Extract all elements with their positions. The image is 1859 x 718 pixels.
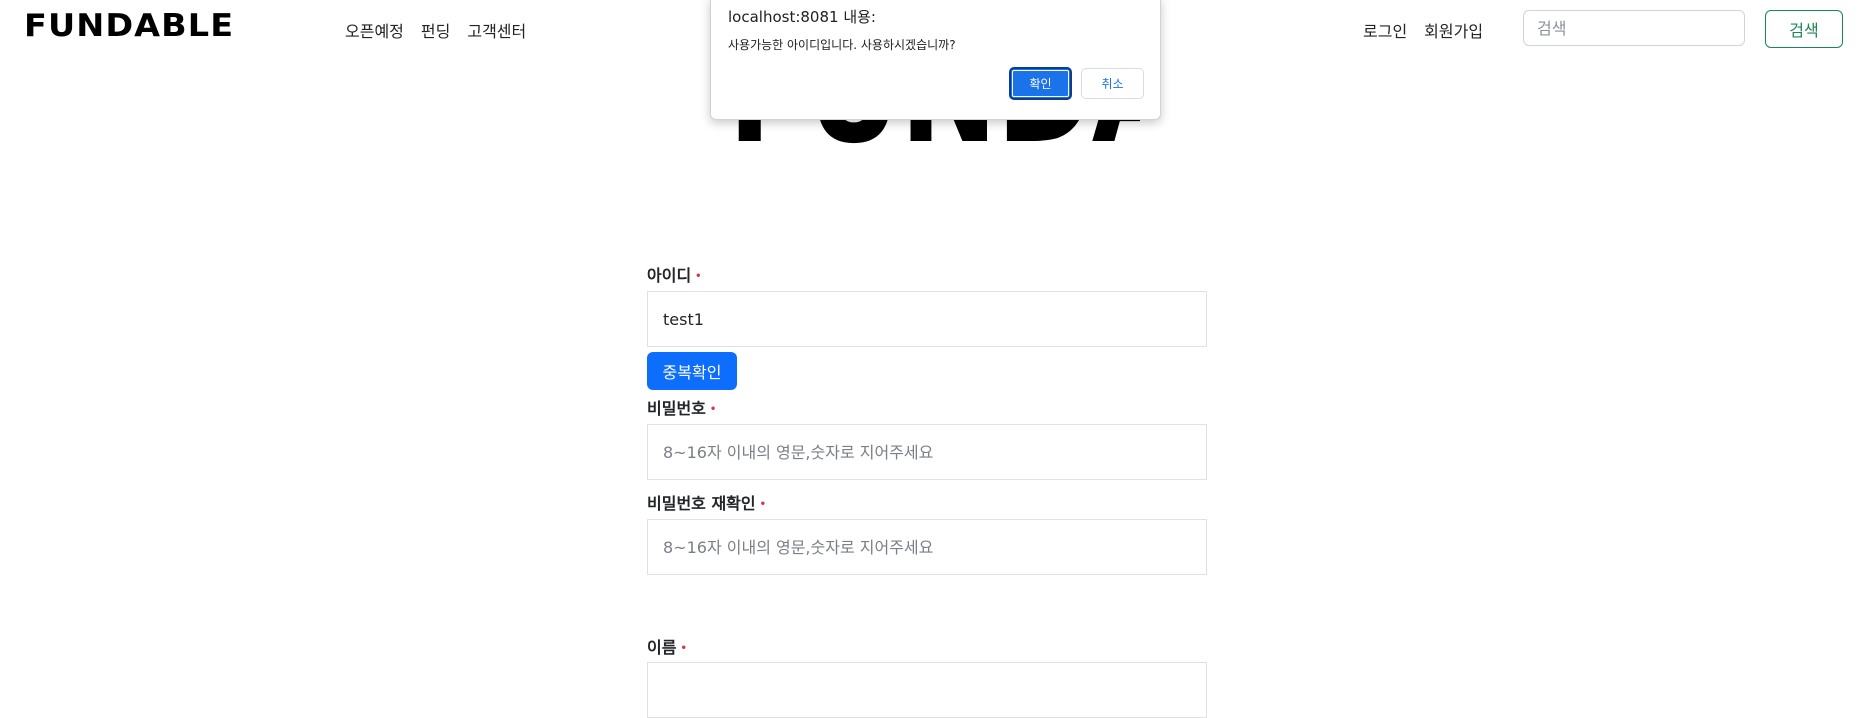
- password-input[interactable]: [647, 424, 1207, 480]
- nav-auth-links: 로그인 회원가입: [1363, 18, 1483, 42]
- search-input[interactable]: [1523, 10, 1745, 46]
- password-confirm-label: 비밀번호 재확인 •: [647, 490, 766, 514]
- id-label: 아이디 •: [647, 262, 702, 286]
- required-mark: •: [695, 271, 702, 282]
- password-label: 비밀번호 •: [647, 395, 716, 419]
- id-label-text: 아이디: [647, 266, 692, 285]
- nav-link-support[interactable]: 고객센터: [467, 18, 526, 42]
- duplicate-check-button[interactable]: 중복확인: [647, 352, 737, 390]
- password-confirm-input[interactable]: [647, 519, 1207, 575]
- search-button[interactable]: 검색: [1765, 10, 1843, 48]
- dialog-title: localhost:8081 내용:: [728, 8, 876, 26]
- login-link[interactable]: 로그인: [1363, 18, 1407, 42]
- required-mark: •: [759, 499, 767, 510]
- name-label: 이름 •: [647, 634, 687, 658]
- required-mark: •: [709, 404, 717, 415]
- dialog-ok-button[interactable]: 확인: [1009, 67, 1072, 100]
- password-label-text: 비밀번호: [647, 399, 706, 418]
- confirm-dialog: localhost:8081 내용: 사용가능한 아이디입니다. 사용하시겠습니…: [710, 0, 1161, 120]
- dialog-message: 사용가능한 아이디입니다. 사용하시겠습니까?: [728, 38, 956, 52]
- nav-link-upcoming[interactable]: 오픈예정: [345, 18, 404, 42]
- signup-link[interactable]: 회원가입: [1424, 18, 1483, 42]
- required-mark: •: [680, 643, 687, 654]
- name-label-text: 이름: [647, 638, 677, 657]
- password-confirm-label-text: 비밀번호 재확인: [647, 494, 756, 513]
- nav-links: 오픈예정 펀딩 고객센터: [345, 18, 526, 42]
- name-input[interactable]: [647, 662, 1207, 718]
- dialog-cancel-button[interactable]: 취소: [1081, 68, 1144, 99]
- nav-link-funding[interactable]: 펀딩: [421, 18, 450, 42]
- id-input[interactable]: [647, 291, 1207, 347]
- brand-logo[interactable]: FUNDABLE: [24, 8, 234, 44]
